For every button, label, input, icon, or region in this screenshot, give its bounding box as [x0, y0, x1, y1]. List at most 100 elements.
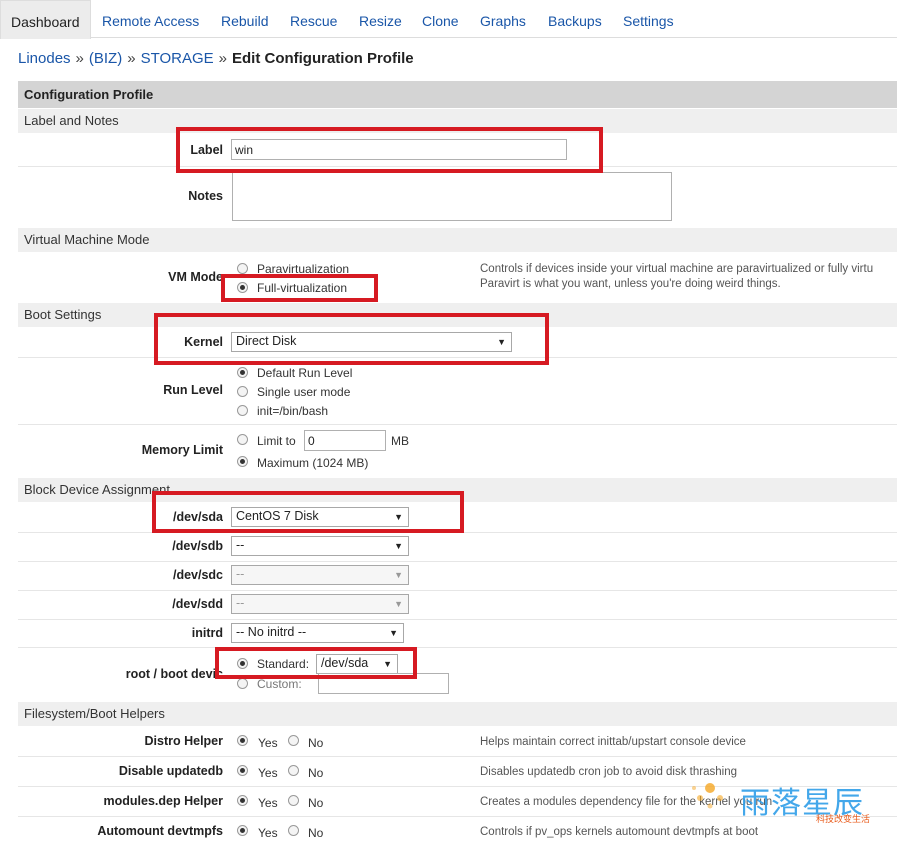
- vm-mode-label: VM Mode: [168, 270, 223, 284]
- helper-yes-radio[interactable]: [237, 735, 248, 746]
- chevron-down-icon: ▼: [394, 512, 403, 522]
- row-divider: [18, 561, 897, 562]
- helper-yes-radio[interactable]: [237, 825, 248, 836]
- tab-resize[interactable]: Resize: [349, 0, 412, 38]
- device-sdb-value: --: [236, 538, 245, 552]
- full-virtualization-radio[interactable]: [237, 282, 248, 293]
- run-level-single-label: Single user mode: [257, 385, 351, 399]
- helper-label: Disable updatedb: [118, 764, 223, 778]
- device-sdd-select[interactable]: -- ▼: [231, 594, 409, 614]
- chevron-down-icon: ▼: [383, 659, 392, 669]
- helper-yes-label: Yes: [258, 736, 278, 750]
- watermark-logo-icon: [692, 783, 723, 809]
- row-divider: [18, 357, 897, 358]
- chevron-down-icon: ▼: [394, 599, 403, 609]
- breadcrumb-linode-link[interactable]: STORAGE: [141, 50, 214, 67]
- breadcrumb-linodes-link[interactable]: Linodes: [18, 50, 71, 67]
- helper-yes-radio[interactable]: [237, 795, 248, 806]
- root-standard-select[interactable]: /dev/sda ▼: [316, 654, 398, 674]
- helper-yes-label: Yes: [258, 796, 278, 810]
- helper-no-label: No: [308, 796, 324, 810]
- section-helpers: Filesystem/Boot Helpers: [18, 702, 897, 726]
- chevron-down-icon: ▼: [497, 337, 506, 347]
- run-level-label: Run Level: [163, 383, 223, 397]
- helper-yes-label: Yes: [258, 826, 278, 840]
- kernel-select-value: Direct Disk: [236, 334, 297, 348]
- memory-limit-to-radio[interactable]: [237, 434, 248, 445]
- run-level-bash-label: init=/bin/bash: [257, 404, 329, 418]
- root-standard-value: /dev/sda: [321, 656, 369, 670]
- kernel-select[interactable]: Direct Disk ▼: [231, 332, 512, 352]
- paravirtualization-radio[interactable]: [237, 263, 248, 274]
- device-sda-select[interactable]: CentOS 7 Disk ▼: [231, 507, 409, 527]
- helper-yes-radio[interactable]: [237, 765, 248, 776]
- device-label: /dev/sdd: [172, 597, 223, 611]
- memory-limit-to-label: Limit to: [257, 434, 296, 448]
- initrd-select[interactable]: -- No initrd -- ▼: [231, 623, 404, 643]
- device-sdd-value: --: [236, 596, 245, 610]
- row-divider: [18, 166, 897, 167]
- chevron-down-icon: ▼: [394, 570, 403, 580]
- helper-no-radio[interactable]: [288, 765, 299, 776]
- chevron-down-icon: ▼: [394, 541, 403, 551]
- breadcrumb-separator: »: [218, 50, 227, 67]
- root-custom-input[interactable]: [318, 673, 449, 694]
- memory-maximum-radio[interactable]: [237, 456, 248, 467]
- paravirtualization-label: Paravirtualization: [257, 262, 350, 276]
- helper-label: Automount devtmpfs: [97, 824, 223, 838]
- tab-graphs[interactable]: Graphs: [470, 0, 536, 38]
- row-divider: [18, 424, 897, 425]
- root-device-label: root / boot devic: [125, 667, 223, 681]
- helper-label: Distro Helper: [144, 734, 224, 748]
- vm-mode-help-line1: Controls if devices inside your virtual …: [480, 263, 874, 275]
- tab-rebuild[interactable]: Rebuild: [211, 0, 278, 38]
- helper-no-radio[interactable]: [288, 825, 299, 836]
- run-level-bash-radio[interactable]: [237, 405, 248, 416]
- device-sdb-select[interactable]: -- ▼: [231, 536, 409, 556]
- helper-help: Controls if pv_ops kernels automount dev…: [480, 826, 759, 838]
- memory-limit-unit: MB: [391, 434, 409, 448]
- root-standard-radio[interactable]: [237, 658, 248, 669]
- breadcrumb-separator: »: [75, 50, 84, 67]
- page-title: Edit Configuration Profile: [231, 50, 414, 67]
- device-sdc-select[interactable]: -- ▼: [231, 565, 409, 585]
- full-virtualization-label: Full-virtualization: [257, 281, 348, 295]
- tab-remote-access[interactable]: Remote Access: [92, 0, 209, 38]
- row-divider: [18, 647, 897, 648]
- device-label: /dev/sdb: [172, 539, 223, 553]
- device-sdc-value: --: [236, 567, 245, 581]
- run-level-single-radio[interactable]: [237, 386, 248, 397]
- device-sda-value: CentOS 7 Disk: [236, 509, 319, 523]
- root-standard-label: Standard:: [257, 657, 310, 671]
- section-boot-settings: Boot Settings: [18, 303, 897, 327]
- helper-no-label: No: [308, 766, 324, 780]
- memory-maximum-label: Maximum (1024 MB): [257, 456, 369, 470]
- top-tab-bar: Dashboard Remote Access Rebuild Rescue R…: [0, 0, 897, 39]
- vm-mode-help-line2: Paravirt is what you want, unless you're…: [480, 278, 781, 290]
- memory-limit-input[interactable]: [304, 430, 386, 451]
- section-vm-mode: Virtual Machine Mode: [18, 228, 897, 252]
- helper-no-radio[interactable]: [288, 735, 299, 746]
- tab-clone[interactable]: Clone: [412, 0, 469, 38]
- root-custom-radio[interactable]: [237, 678, 248, 689]
- helper-no-radio[interactable]: [288, 795, 299, 806]
- run-level-default-radio[interactable]: [237, 367, 248, 378]
- tab-backups[interactable]: Backups: [538, 0, 612, 38]
- notes-field-label: Notes: [188, 189, 223, 203]
- tab-settings[interactable]: Settings: [613, 0, 684, 38]
- row-divider: [18, 590, 897, 591]
- section-block-device: Block Device Assignment: [18, 478, 897, 502]
- label-input[interactable]: [231, 139, 567, 160]
- helper-no-label: No: [308, 736, 324, 750]
- label-field-label: Label: [190, 143, 223, 157]
- device-label: initrd: [191, 626, 223, 640]
- row-divider: [18, 532, 897, 533]
- notes-textarea[interactable]: [232, 172, 672, 221]
- memory-limit-label: Memory Limit: [141, 443, 223, 457]
- tab-dashboard[interactable]: Dashboard: [0, 0, 91, 39]
- breadcrumb-group-link[interactable]: (BIZ): [89, 50, 122, 67]
- tab-rescue[interactable]: Rescue: [280, 0, 347, 38]
- helper-yes-label: Yes: [258, 766, 278, 780]
- run-level-default-label: Default Run Level: [257, 366, 353, 380]
- panel-title: Configuration Profile: [18, 81, 897, 108]
